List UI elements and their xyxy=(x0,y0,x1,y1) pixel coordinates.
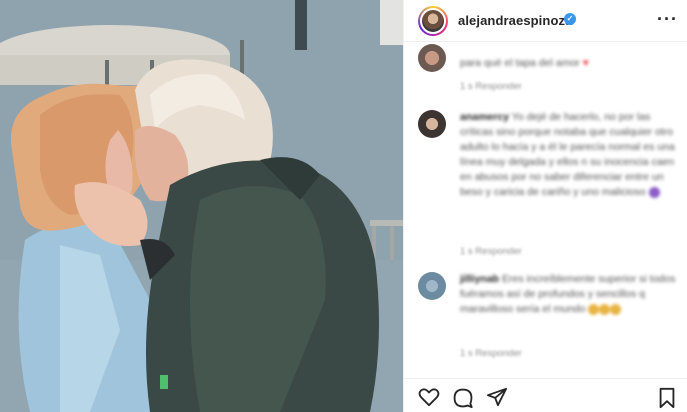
bookmark-icon[interactable] xyxy=(657,387,677,409)
heart-emoji-icon: ♥ xyxy=(582,57,589,69)
post-actions-bar xyxy=(404,378,687,412)
comment-text: para qué el tapa del amor ♥ xyxy=(460,57,589,69)
post-header: alejandraespinoza ✓ ··· xyxy=(404,0,687,42)
heart-icon[interactable] xyxy=(418,387,440,407)
comment-avatar[interactable] xyxy=(418,44,446,72)
comment-item: anamercy Yo dejé de hacerlo, no por las … xyxy=(418,110,680,260)
verified-badge-icon: ✓ xyxy=(564,13,576,25)
comment-username[interactable]: jilliynab xyxy=(460,273,499,285)
comment-avatar[interactable] xyxy=(418,110,446,138)
comment-username[interactable]: anamercy xyxy=(460,111,509,123)
comment-meta: 1 s Responder xyxy=(460,81,522,92)
comment-text: jilliynab Eres increíblemente superior s… xyxy=(460,273,676,315)
share-icon[interactable] xyxy=(486,387,508,407)
comment-item: para qué el tapa del amor ♥ 1 s Responde… xyxy=(418,44,680,92)
username-link[interactable]: alejandraespinoza xyxy=(458,13,572,28)
emoji-icon xyxy=(588,303,600,315)
post-side-panel: alejandraespinoza ✓ ··· para qué el tapa… xyxy=(403,0,687,412)
photo-illustration xyxy=(0,0,403,412)
comment-avatar[interactable] xyxy=(418,272,446,300)
comment-meta: 1 s Responder xyxy=(460,348,522,359)
comment-meta: 1 s Responder xyxy=(460,246,522,257)
post-photo[interactable] xyxy=(0,0,403,412)
emoji-icon xyxy=(648,186,660,198)
more-horizontal-icon[interactable]: ··· xyxy=(657,9,678,30)
comments-list: para qué el tapa del amor ♥ 1 s Responde… xyxy=(404,42,687,378)
user-avatar[interactable] xyxy=(418,6,448,36)
emoji-icon xyxy=(599,303,611,315)
comment-icon[interactable] xyxy=(452,387,474,409)
comment-text: anamercy Yo dejé de hacerlo, no por las … xyxy=(460,111,675,198)
comment-item: jilliynab Eres increíblemente superior s… xyxy=(418,272,680,372)
emoji-icon xyxy=(610,303,622,315)
